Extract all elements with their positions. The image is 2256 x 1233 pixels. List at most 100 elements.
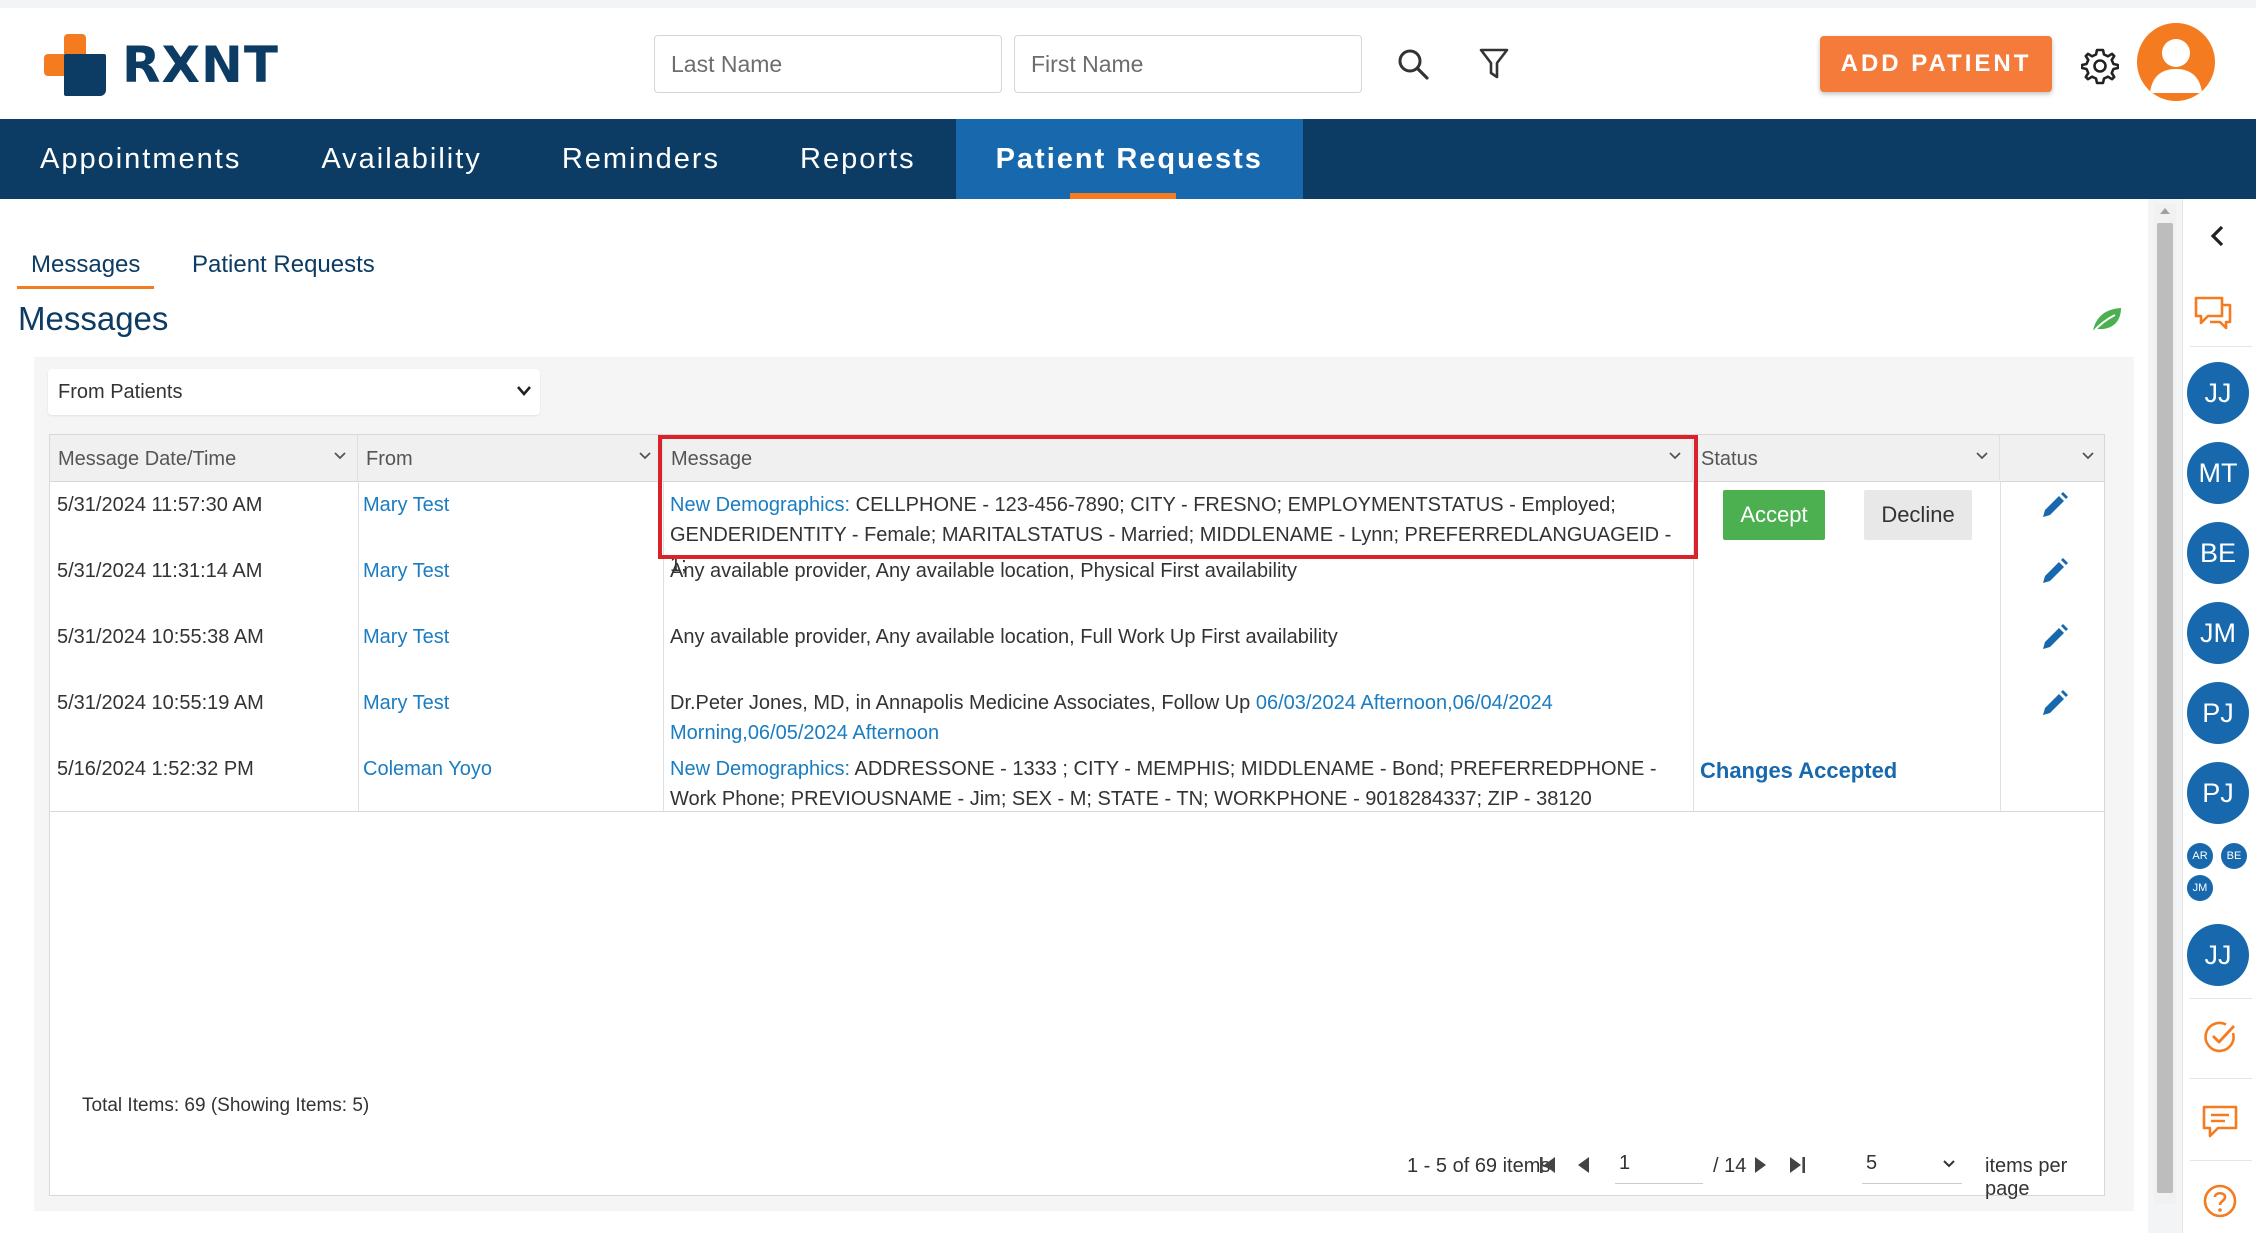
- row-message: Any available provider, Any available lo…: [670, 560, 1297, 582]
- accept-button[interactable]: Accept: [1723, 490, 1825, 540]
- rail-mini-avatar[interactable]: AR: [2187, 843, 2213, 869]
- task-check-icon[interactable]: [2202, 1019, 2238, 1055]
- leaf-icon[interactable]: [2090, 302, 2124, 336]
- scrollbar-thumb[interactable]: [2157, 223, 2173, 1193]
- chevron-down-icon: [639, 452, 651, 460]
- total-items-text: Total Items: 69 (Showing Items: 5): [82, 1095, 370, 1116]
- table-header: Message Date/Time From Message Status: [50, 435, 2104, 482]
- last-page-icon[interactable]: [1788, 1155, 1806, 1175]
- scroll-up-arrow-icon[interactable]: [2158, 206, 2172, 216]
- availability-dates-link[interactable]: 06/03/2024 Afternoon,06/04/2024: [1256, 692, 1553, 714]
- chevron-down-icon: [1943, 1160, 1955, 1168]
- gear-icon[interactable]: [2080, 46, 2120, 86]
- messages-table: Message Date/Time From Message Status 5/…: [49, 434, 2105, 1200]
- rail-avatar[interactable]: MT: [2187, 442, 2249, 504]
- rail-avatar[interactable]: JM: [2187, 602, 2249, 664]
- nav-reports[interactable]: Reports: [760, 119, 956, 199]
- edit-pencil-icon[interactable]: [2039, 557, 2069, 587]
- main-nav: Appointments Availability Reminders Repo…: [0, 119, 2256, 199]
- status-changes-accepted: Changes Accepted: [1700, 758, 1898, 783]
- decline-button[interactable]: Decline: [1864, 490, 1972, 540]
- page-number-input[interactable]: [1615, 1144, 1703, 1184]
- help-icon[interactable]: [2202, 1183, 2238, 1219]
- rail-avatar[interactable]: PJ: [2187, 682, 2249, 744]
- message-text: Dr.Peter Jones, MD, in Annapolis Medicin…: [670, 692, 1256, 714]
- rxnt-logo[interactable]: RXNT: [44, 34, 279, 96]
- rail-avatar[interactable]: BE: [2187, 522, 2249, 584]
- messages-panel: From Patients Message Date/Time From Mes…: [34, 357, 2134, 1211]
- column-header-message[interactable]: Message: [663, 435, 1693, 482]
- row-datetime: 5/16/2024 1:52:32 PM: [57, 758, 254, 780]
- collapse-chevron-icon[interactable]: [2207, 224, 2227, 248]
- items-per-page-label: items per page: [1985, 1155, 2068, 1200]
- first-name-input[interactable]: [1014, 35, 1362, 93]
- select-value: From Patients: [58, 381, 183, 403]
- new-demographics-link[interactable]: New Demographics:: [670, 494, 850, 516]
- message-text: ADDRESSONE - 1333 ; CITY - MEMPHIS; MIDD…: [850, 758, 1657, 780]
- column-label: Status: [1701, 448, 1758, 470]
- row-from-link[interactable]: Mary Test: [363, 688, 449, 718]
- message-source-select[interactable]: From Patients: [48, 369, 540, 415]
- row-message: New Demographics: ADDRESSONE - 1333 ; CI…: [670, 754, 1690, 814]
- column-label: Message: [671, 448, 753, 470]
- edit-pencil-icon[interactable]: [2039, 689, 2069, 719]
- rail-avatar[interactable]: JJ: [2187, 362, 2249, 424]
- nav-appointments[interactable]: Appointments: [0, 119, 281, 199]
- row-message: Dr.Peter Jones, MD, in Annapolis Medicin…: [670, 688, 1690, 748]
- row-datetime: 5/31/2024 11:57:30 AM: [57, 494, 263, 516]
- nav-reminders[interactable]: Reminders: [522, 119, 760, 199]
- nav-label: Patient Requests: [995, 142, 1263, 175]
- row-from-link[interactable]: Mary Test: [363, 490, 449, 520]
- last-name-input[interactable]: [654, 35, 1002, 93]
- per-page-value: 5: [1866, 1152, 1878, 1174]
- availability-dates-link[interactable]: Morning,06/05/2024 Afternoon: [670, 722, 939, 744]
- row-from-link[interactable]: Coleman Yoyo: [363, 754, 492, 784]
- user-avatar[interactable]: [2137, 23, 2215, 101]
- page-total-text: / 14: [1713, 1155, 1747, 1177]
- top-header: RXNT ADD PATIENT: [0, 8, 2256, 119]
- row-datetime: 5/31/2024 10:55:38 AM: [57, 626, 264, 648]
- chat-bubbles-icon[interactable]: [2192, 294, 2234, 334]
- column-label: From: [366, 448, 413, 470]
- add-patient-button[interactable]: ADD PATIENT: [1820, 36, 2052, 92]
- content-area: Messages Patient Requests Messages From …: [0, 199, 2148, 1233]
- row-datetime: 5/31/2024 10:55:19 AM: [57, 692, 264, 714]
- message-text: Work Phone; PREVIOUSNAME - Jim; SEX - M;…: [670, 788, 1592, 810]
- nav-availability[interactable]: Availability: [281, 119, 521, 199]
- logo-cross-icon: [44, 34, 106, 96]
- items-per-page-select[interactable]: 5: [1862, 1144, 1962, 1184]
- subtab-messages[interactable]: Messages: [17, 251, 155, 289]
- rail-avatar[interactable]: JJ: [2187, 924, 2249, 986]
- search-icon[interactable]: [1395, 46, 1431, 82]
- row-datetime: 5/31/2024 11:31:14 AM: [57, 560, 263, 582]
- column-header-from[interactable]: From: [358, 435, 663, 482]
- new-demographics-link[interactable]: New Demographics:: [670, 758, 850, 780]
- rail-mini-avatar[interactable]: BE: [2221, 843, 2247, 869]
- subtab-patient-requests[interactable]: Patient Requests: [178, 251, 389, 289]
- chevron-down-icon: [334, 452, 346, 460]
- row-from-link[interactable]: Mary Test: [363, 622, 449, 652]
- edit-pencil-icon[interactable]: [2039, 623, 2069, 653]
- message-text: CELLPHONE - 123-456-7890; CITY - FRESNO;…: [850, 494, 1616, 516]
- first-page-icon[interactable]: [1539, 1155, 1557, 1175]
- rail-mini-avatar[interactable]: JM: [2187, 875, 2213, 901]
- nav-label: Availability: [321, 142, 482, 175]
- chevron-down-icon: [1669, 452, 1681, 460]
- rail-avatar[interactable]: PJ: [2187, 762, 2249, 824]
- nav-label: Appointments: [40, 142, 242, 175]
- column-header-status[interactable]: Status: [1693, 435, 2000, 482]
- column-header-datetime[interactable]: Message Date/Time: [50, 435, 358, 482]
- page-title: Messages: [18, 300, 169, 337]
- filter-icon[interactable]: [1476, 46, 1512, 82]
- logo-text: RXNT: [122, 36, 280, 94]
- chevron-down-icon: [1976, 452, 1988, 460]
- row-from-link[interactable]: Mary Test: [363, 556, 449, 586]
- column-header-actions[interactable]: [2000, 435, 2105, 482]
- message-icon[interactable]: [2200, 1103, 2240, 1141]
- pager-range-text: 1 - 5 of 69 items: [1407, 1155, 1551, 1177]
- chevron-down-icon: [2082, 452, 2094, 460]
- nav-patient-requests[interactable]: Patient Requests: [955, 119, 1303, 199]
- edit-pencil-icon[interactable]: [2039, 491, 2069, 521]
- next-page-icon[interactable]: [1754, 1156, 1768, 1174]
- previous-page-icon[interactable]: [1576, 1156, 1590, 1174]
